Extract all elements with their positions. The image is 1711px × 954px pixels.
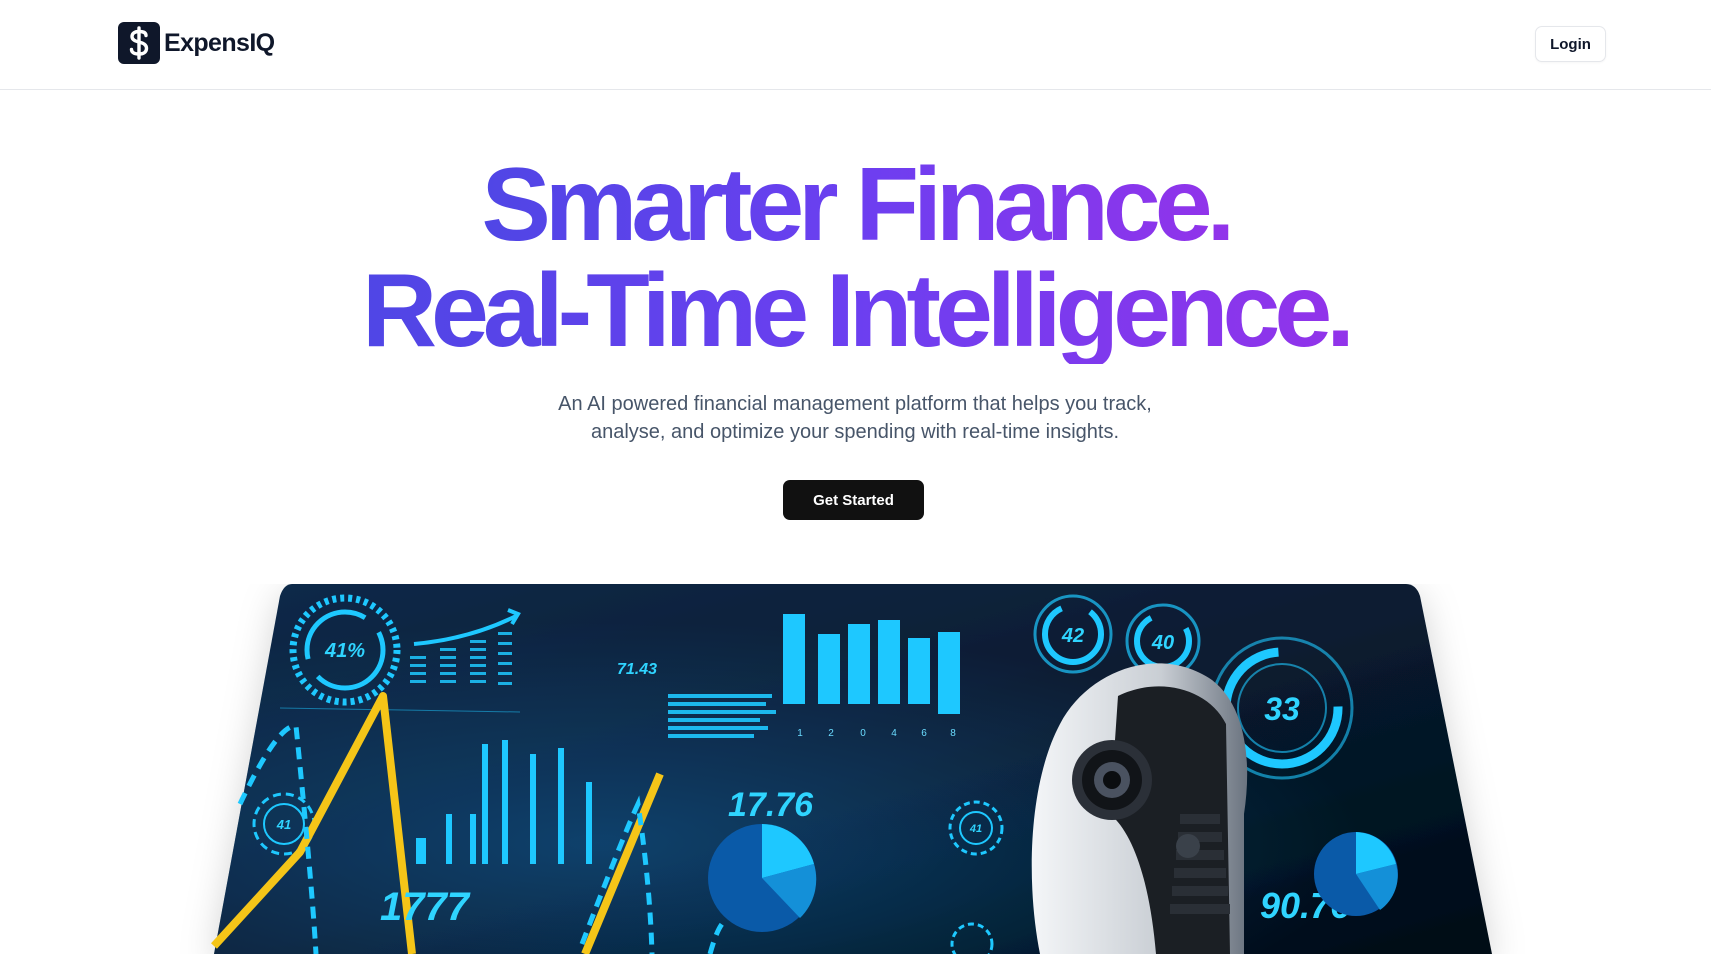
small-ring-readout: 41 — [276, 817, 291, 832]
bar-axis-label: 4 — [891, 728, 897, 739]
readout-c: 1777 — [380, 885, 471, 929]
login-button[interactable]: Login — [1535, 26, 1606, 62]
ring-readout: 40 — [1151, 632, 1174, 654]
hero-title-line-2: Real-Time Intelligence. — [352, 258, 1359, 364]
ring-readout: 42 — [1061, 625, 1084, 647]
bar-axis-label: 0 — [860, 728, 866, 739]
hero-subtitle-line-1: An AI powered financial management platf… — [558, 393, 1152, 415]
brand-name: ExpensIQ — [164, 28, 275, 57]
hero-subtitle-line-2: analyse, and optimize your spending with… — [590, 421, 1120, 443]
dashboard-hero-image: 41% 71.43 1 2 0 4 6 8 42 40 33 41 41 177… — [0, 584, 1711, 954]
hero-subtitle: An AI powered financial management platf… — [505, 390, 1205, 446]
top-navbar: ExpensIQ Login — [0, 0, 1711, 90]
gauge-label: 41% — [324, 640, 365, 662]
brand-logo[interactable]: ExpensIQ — [118, 22, 275, 64]
get-started-button[interactable]: Get Started — [783, 480, 924, 520]
bar-axis-label: 8 — [950, 728, 956, 739]
ring-readout: 33 — [1264, 691, 1300, 727]
pie-widget — [708, 824, 817, 932]
readout-a: 71.43 — [617, 661, 657, 678]
small-ring-readout: 41 — [969, 823, 982, 835]
dollar-sign-icon — [118, 22, 160, 64]
hero-title-line-1: Smarter Finance. — [472, 152, 1240, 258]
bar-axis-label: 2 — [828, 728, 834, 739]
readout-b: 17.76 — [728, 786, 814, 824]
pie-widget — [1314, 832, 1398, 916]
hero-title: Smarter Finance. Real-Time Intelligence. — [0, 152, 1711, 364]
bar-axis-label: 1 — [797, 728, 803, 739]
bar-axis-label: 6 — [921, 728, 927, 739]
